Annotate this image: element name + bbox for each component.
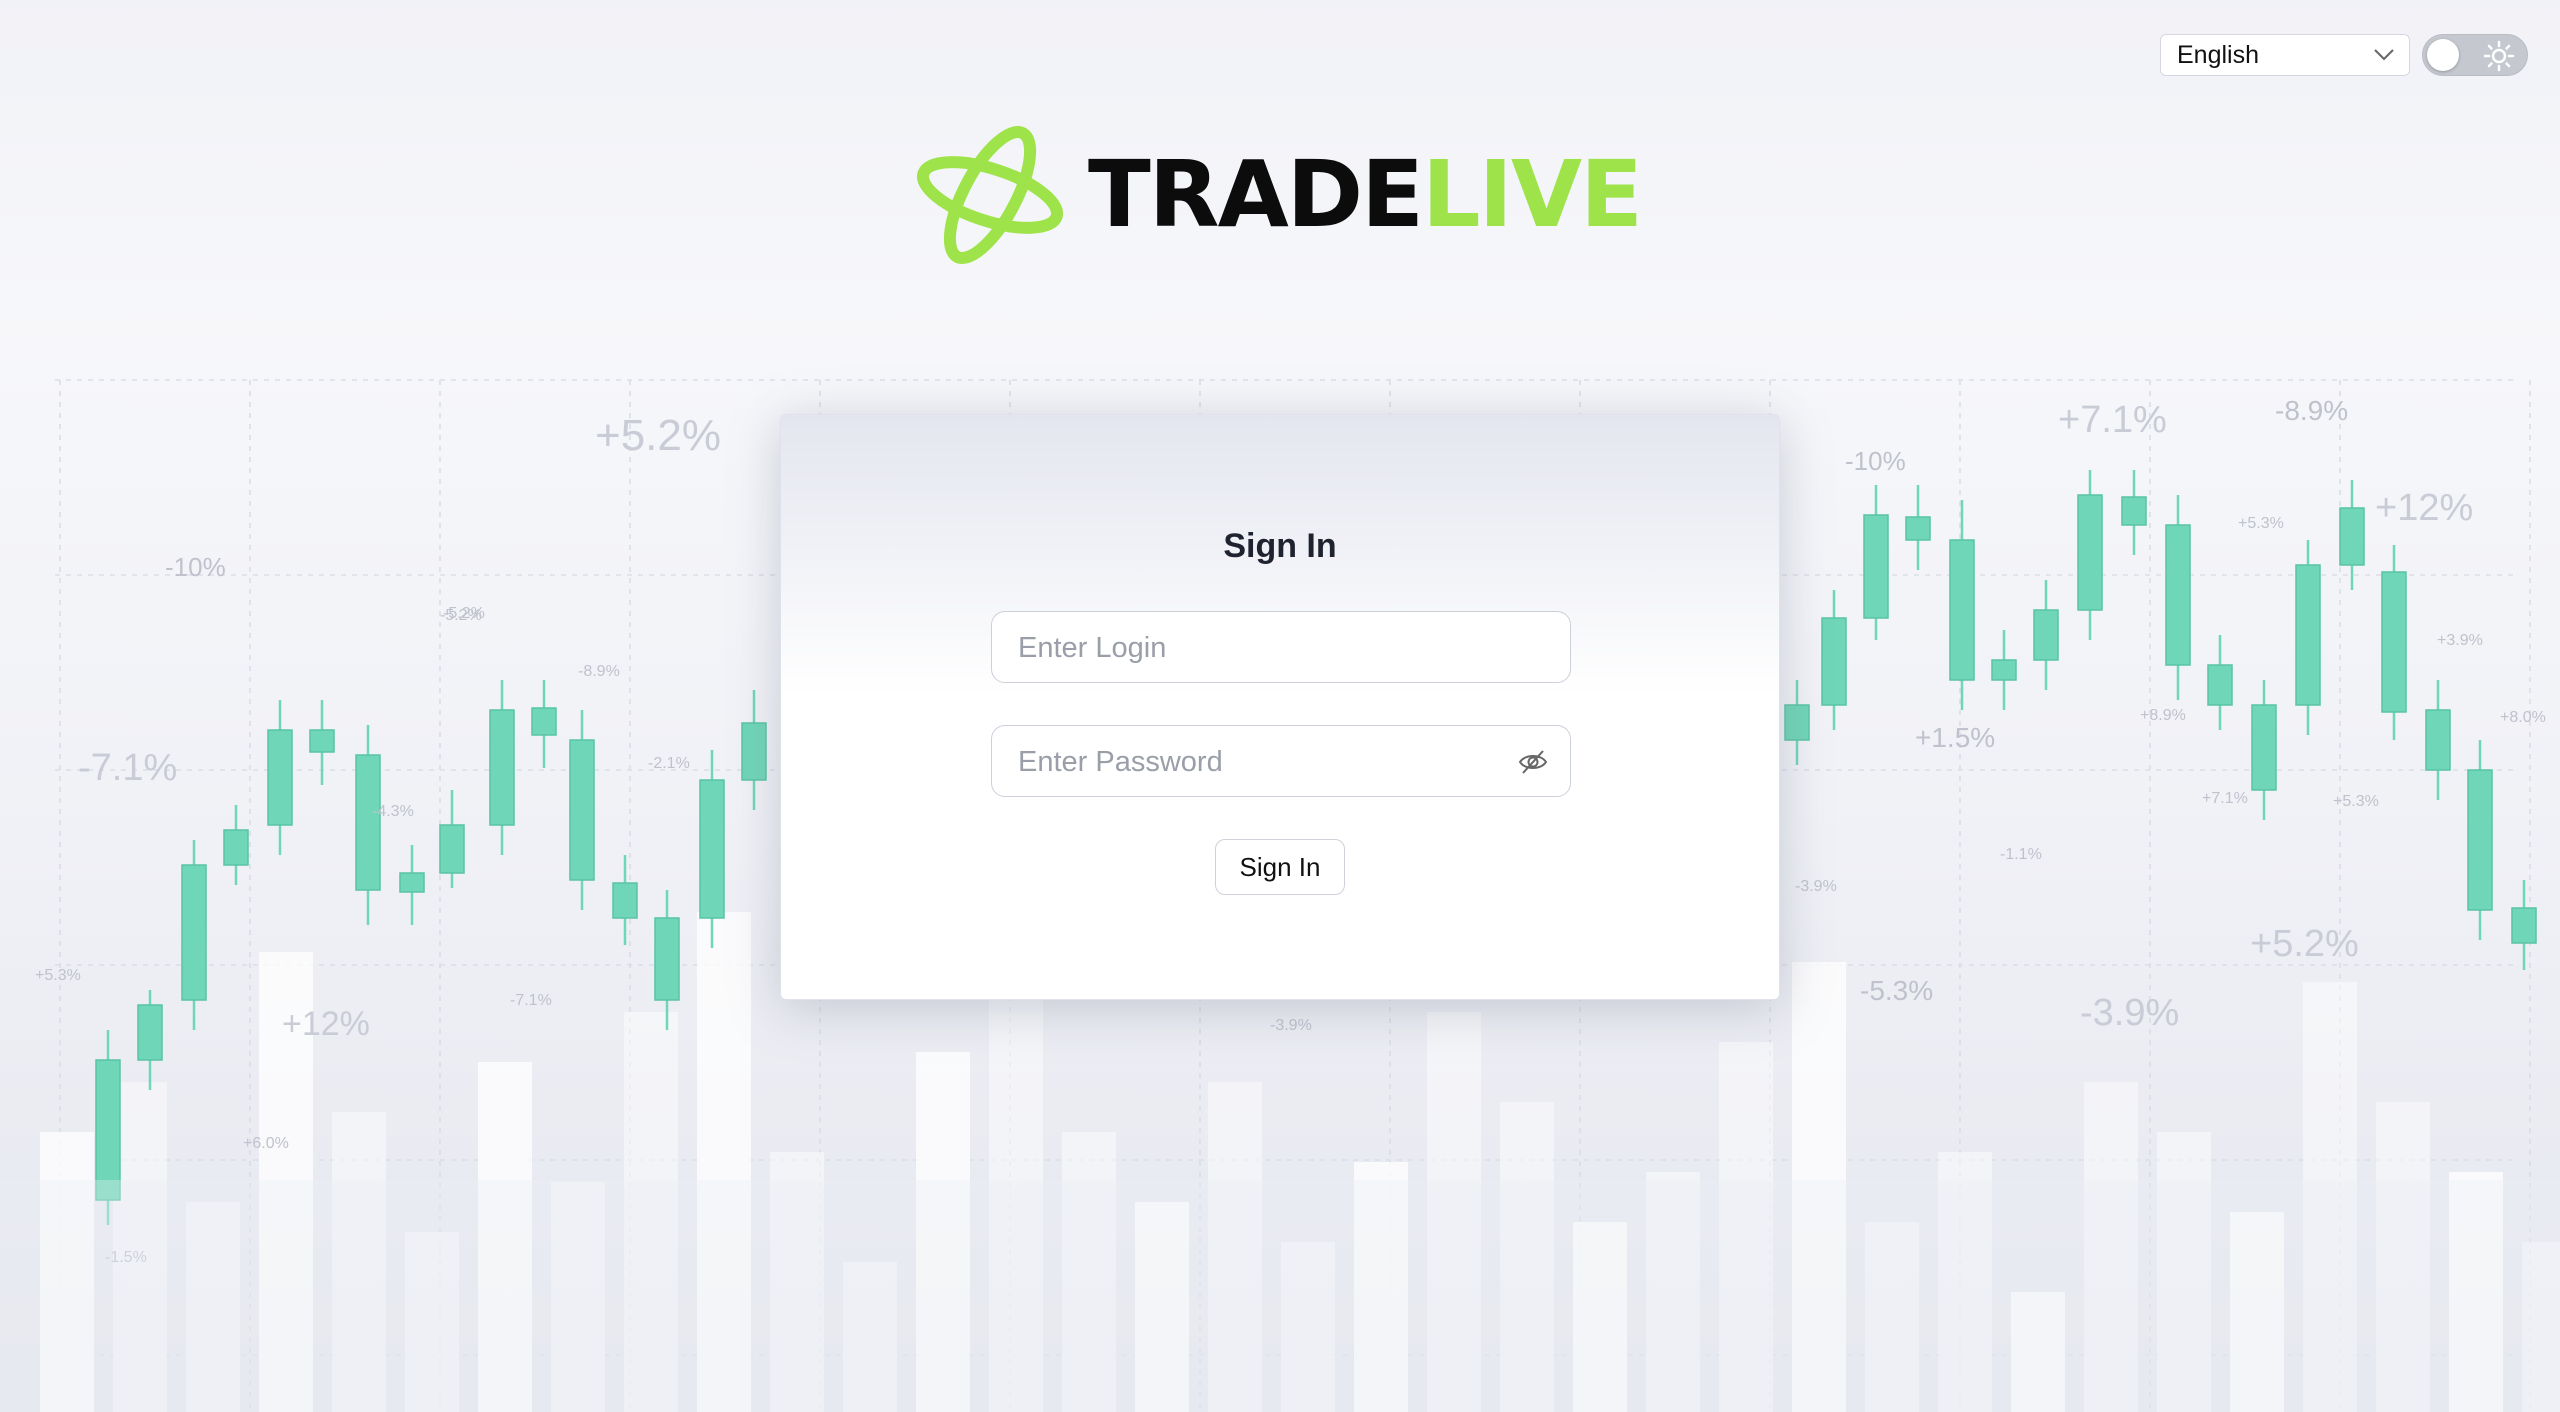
percent-label: -10% [165,552,226,582]
login-input[interactable] [1016,612,1520,684]
candle-body [531,707,557,736]
percent-label: +7.1% [2058,399,2167,441]
candle-body [612,882,638,919]
brand-word-trade: TRADE [1088,141,1424,248]
percent-label: -8.9% [578,663,620,680]
theme-toggle[interactable] [2422,34,2528,76]
brand-logo: TRADELIVE [910,115,1643,275]
percent-label: -4.3% [372,803,414,820]
candle-body [2033,609,2059,661]
candle-body [439,824,465,874]
sign-in-title: Sign In [1223,527,1337,565]
eye-off-icon[interactable] [1518,747,1548,777]
candle-body [489,709,515,826]
candle-body [137,1004,163,1061]
percent-label: -3.9% [2080,992,2179,1034]
percent-label: +12% [2375,487,2473,529]
percent-label: -8.9% [2275,395,2348,426]
password-field [991,725,1571,798]
percent-label: +1.5% [1915,722,1995,753]
candle-body [2077,494,2103,611]
percent-label: -10% [1845,446,1906,476]
percent-label: -3.9% [1270,1017,1312,1034]
candle-body [569,739,595,881]
candle-body [699,779,725,919]
candle-body [223,829,249,866]
bottom-haze [0,1180,2560,1412]
sun-icon [2483,40,2515,72]
percent-label: +7.1% [2202,790,2248,807]
percent-label: -3.9% [1795,878,1837,895]
percent-label: -2.1% [648,755,690,772]
candle-body [2381,571,2407,713]
candle-body [1991,659,2017,681]
chevron-down-icon [2374,49,2394,61]
percent-label: +5.3% [2333,793,2379,810]
percent-label: +12% [282,1005,370,1043]
candle-body [1905,516,1931,541]
percent-label: -1.1% [2000,846,2042,863]
candle-body [2511,907,2537,944]
percent-label: +5.3% [2238,515,2284,532]
sign-in-button[interactable]: Sign In [1215,839,1345,895]
language-selected: English [2177,40,2259,69]
sign-in-card: Sign In Sign In [780,414,1780,1000]
candle-body [2339,507,2365,566]
candle-body [741,722,767,781]
language-select[interactable]: English [2160,34,2410,76]
candle-body [1821,617,1847,706]
candle-body [2467,769,2493,911]
candle-body [1863,514,1889,619]
candle-body [309,729,335,753]
percent-label: +5.3% [35,967,81,984]
percent-label: +3.9% [2437,632,2483,649]
candle-body [2251,704,2277,791]
percent-label: -5.3% [1860,975,1933,1006]
candle-body [2425,709,2451,771]
percent-label: -7.1% [510,992,552,1009]
brand-word-live: LIVE [1422,141,1643,248]
candle-body [181,864,207,1001]
percent-label: +8.0% [2500,709,2546,726]
percent-label: -7.1% [78,747,177,789]
candle-body [2121,496,2147,526]
percent-label: -5.2% [443,605,485,622]
toggle-knob [2427,39,2459,71]
top-controls: English [2160,34,2528,76]
login-field [991,611,1571,684]
percent-label: +5.2% [595,411,721,460]
percent-label: +6.0% [243,1135,289,1152]
candle-body [95,1059,121,1201]
candle-body [2165,524,2191,666]
atom-logo-icon [916,125,1064,265]
percent-label: +8.9% [2140,707,2186,724]
candle-body [2207,664,2233,706]
percent-label: +5.2% [2250,923,2359,965]
brand-wordmark: TRADELIVE [1088,149,1643,241]
candle-body [1949,539,1975,681]
candle-body [2295,564,2321,706]
candle-body [654,917,680,1001]
candle-body [355,754,381,891]
candle-body [267,729,293,826]
candle-body [399,872,425,893]
password-input[interactable] [1016,726,1520,798]
candle-body [1784,704,1810,741]
